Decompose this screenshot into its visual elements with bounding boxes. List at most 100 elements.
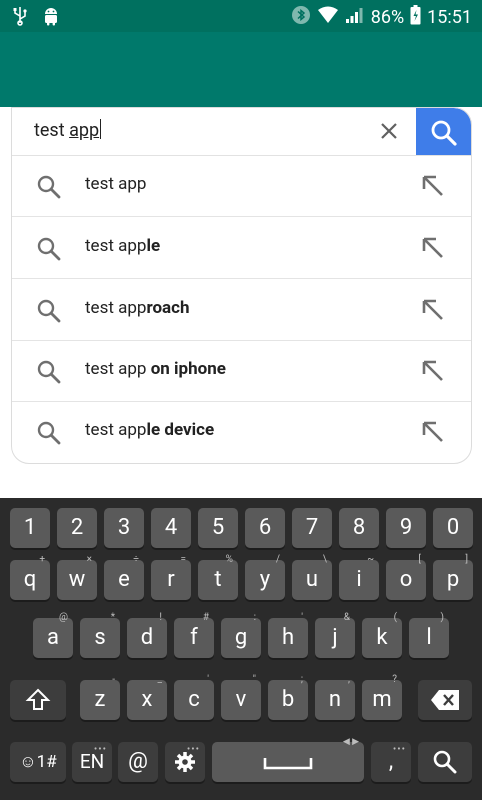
key-g[interactable]: :g bbox=[221, 612, 261, 658]
suggestion-text: test app on iphone bbox=[85, 359, 226, 379]
key-shift[interactable] bbox=[10, 680, 66, 720]
query-composing-text: app bbox=[69, 120, 100, 141]
search-icon bbox=[37, 299, 61, 323]
key-hint: & bbox=[343, 612, 350, 623]
key-4[interactable]: 4 bbox=[151, 508, 191, 548]
suggestion-text: test approach bbox=[85, 298, 190, 318]
key-8[interactable]: 8 bbox=[339, 508, 379, 548]
key-m[interactable]: ? m bbox=[362, 674, 402, 720]
key-label: j bbox=[332, 625, 338, 650]
key-n[interactable]: ,n bbox=[315, 674, 355, 720]
suggestion-plain: test app bbox=[85, 420, 147, 440]
fill-query-arrow-icon[interactable] bbox=[420, 297, 446, 323]
key-0[interactable]: 0 bbox=[433, 508, 473, 548]
search-icon bbox=[431, 120, 457, 146]
key-label: 4 bbox=[164, 515, 178, 540]
bluetooth-icon bbox=[291, 5, 311, 30]
key-t[interactable]: % t bbox=[198, 554, 238, 600]
key-h[interactable]: ' h bbox=[268, 612, 308, 658]
key-settings[interactable]: ••• bbox=[165, 742, 205, 782]
key-language[interactable]: ••• EN bbox=[72, 742, 112, 782]
key-backspace[interactable] bbox=[418, 680, 472, 720]
key-comma[interactable]: •••, bbox=[371, 742, 411, 782]
key-o[interactable]: [o bbox=[386, 554, 426, 600]
key-b[interactable]: ; b bbox=[268, 674, 308, 720]
key-hint: ÷ bbox=[133, 554, 139, 565]
key-a[interactable]: @ a bbox=[33, 612, 73, 658]
suggestion-bold: on iphone bbox=[146, 359, 226, 379]
fill-query-arrow-icon[interactable] bbox=[420, 358, 446, 384]
key-hint: * bbox=[110, 612, 115, 623]
query-prefix: test bbox=[34, 120, 70, 141]
key-w[interactable]: × w bbox=[57, 554, 97, 600]
search-icon bbox=[37, 421, 61, 445]
key-x[interactable]: _ x bbox=[127, 674, 167, 720]
key-hint: # bbox=[202, 612, 209, 623]
key-r[interactable]: = r bbox=[151, 554, 191, 600]
suggestion-row[interactable]: test app bbox=[12, 155, 471, 217]
battery-percent: 86% bbox=[370, 7, 405, 28]
suggestion-row[interactable]: test app on iphone bbox=[12, 340, 471, 402]
key-label: i bbox=[356, 567, 362, 592]
key-hint: _ bbox=[157, 674, 162, 685]
key-9[interactable]: 9 bbox=[386, 508, 426, 548]
key-label: 3 bbox=[117, 515, 131, 540]
fill-query-arrow-icon[interactable] bbox=[420, 235, 446, 261]
suggestion-row[interactable]: test approach bbox=[12, 279, 471, 341]
key-hint: ; bbox=[300, 674, 303, 685]
key-u[interactable]: \ u bbox=[292, 554, 332, 600]
key-l[interactable]: ) l bbox=[409, 612, 449, 658]
clear-button[interactable] bbox=[378, 120, 400, 142]
fill-query-arrow-icon[interactable] bbox=[420, 419, 446, 445]
key-s[interactable]: * s bbox=[80, 612, 120, 658]
key-hint: ' bbox=[207, 674, 209, 685]
key-d[interactable]: ! d bbox=[127, 612, 167, 658]
key-hint: ] bbox=[465, 554, 468, 565]
key-label: 6 bbox=[258, 515, 272, 540]
key-k[interactable]: (k bbox=[362, 612, 402, 658]
key-label: q bbox=[23, 567, 37, 592]
key-hint: ~ bbox=[367, 554, 374, 565]
search-input[interactable]: test app bbox=[34, 119, 102, 141]
suggestion-row[interactable]: test apple bbox=[12, 217, 471, 279]
shift-icon bbox=[25, 688, 51, 710]
search-button[interactable] bbox=[416, 108, 471, 155]
key-symbols[interactable]: ☺1# bbox=[10, 742, 66, 782]
key-label: 1 bbox=[23, 515, 37, 540]
app-bar bbox=[0, 32, 482, 107]
space-bar-icon bbox=[263, 758, 313, 770]
key-5[interactable]: 5 bbox=[198, 508, 238, 548]
key-p[interactable]: ] p bbox=[433, 554, 473, 600]
key-search[interactable] bbox=[418, 742, 472, 782]
key-j[interactable]: & j bbox=[315, 612, 355, 658]
key-e[interactable]: ÷ e bbox=[104, 554, 144, 600]
fill-query-arrow-icon[interactable] bbox=[420, 173, 446, 199]
key-2[interactable]: 2 bbox=[57, 508, 97, 548]
key-hint: ! bbox=[159, 612, 162, 623]
key-7[interactable]: 7 bbox=[292, 508, 332, 548]
key-label: o bbox=[399, 567, 413, 592]
key-label: s bbox=[94, 625, 106, 650]
key-i[interactable]: ~ i bbox=[339, 554, 379, 600]
key-v[interactable]: " v bbox=[221, 674, 261, 720]
key-q[interactable]: + q bbox=[10, 554, 50, 600]
suggestion-plain: test app bbox=[85, 298, 147, 318]
key-at[interactable]: @ bbox=[118, 742, 158, 782]
key-f[interactable]: # f bbox=[174, 612, 214, 658]
search-icon bbox=[37, 360, 61, 384]
key-space[interactable]: ◀ ▶ bbox=[212, 737, 364, 782]
key-1[interactable]: 1 bbox=[10, 508, 50, 548]
key-hint: ( bbox=[393, 612, 397, 623]
android-icon bbox=[42, 6, 60, 30]
key-3[interactable]: 3 bbox=[104, 508, 144, 548]
key-y[interactable]: / y bbox=[245, 554, 285, 600]
suggestion-text: test apple device bbox=[85, 420, 214, 440]
keyboard: ☺1# ••• EN @ ••• ◀ ▶ •••, 1 2 3 4 5 6 7 8 9 0 + q × w ÷… bbox=[0, 498, 482, 800]
key-6[interactable]: 6 bbox=[245, 508, 285, 548]
key-label: w bbox=[68, 567, 86, 592]
key-z[interactable]: -z bbox=[80, 674, 120, 720]
key-c[interactable]: ' c bbox=[174, 674, 214, 720]
key-hint: " bbox=[252, 674, 256, 685]
suggestion-row[interactable]: test apple device bbox=[12, 401, 471, 462]
key-label: z bbox=[94, 687, 106, 712]
